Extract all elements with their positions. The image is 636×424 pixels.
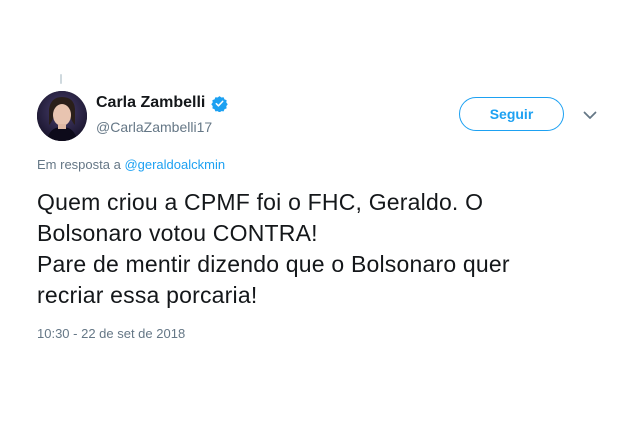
tweet-timestamp[interactable]: 10:30 - 22 de set de 2018 (37, 326, 185, 341)
thread-indicator (60, 74, 62, 84)
follow-button[interactable]: Seguir (459, 97, 564, 131)
author-display-name[interactable]: Carla Zambelli (96, 94, 205, 112)
tweet-line: recriar essa porcaria! (37, 282, 258, 308)
tweet-line: Bolsonaro votou CONTRA! (37, 220, 318, 246)
tweet-text: Quem criou a CPMF foi o FHC, Geraldo. O … (37, 187, 617, 311)
chevron-down-icon[interactable] (580, 105, 600, 125)
verified-badge-icon (211, 95, 229, 112)
reply-mention-link[interactable]: @geraldoalckmin (124, 157, 225, 172)
reply-context: Em resposta a @geraldoalckmin (37, 157, 225, 172)
author-name-row[interactable]: Carla Zambelli (96, 94, 229, 112)
tweet-line: Pare de mentir dizendo que o Bolsonaro q… (37, 251, 510, 277)
avatar[interactable] (37, 91, 87, 141)
profile-photo-icon (37, 91, 87, 141)
author-handle[interactable]: @CarlaZambelli17 (96, 119, 212, 135)
reply-prefix: Em resposta a (37, 157, 125, 172)
tweet-line: Quem criou a CPMF foi o FHC, Geraldo. O (37, 189, 484, 215)
